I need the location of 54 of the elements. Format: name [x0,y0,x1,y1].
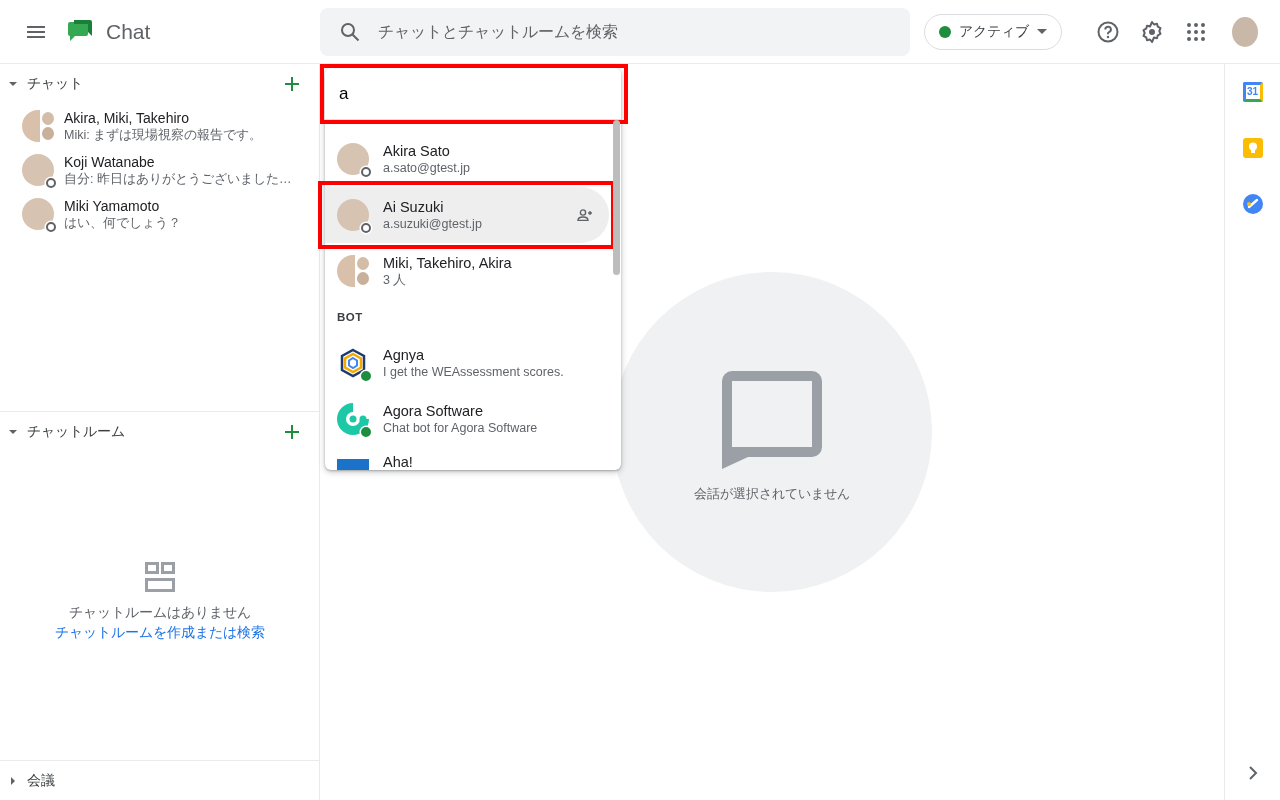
result-name: Miki, Takehiro, Akira [383,253,512,272]
create-room-link[interactable]: チャットルームを作成または検索 [54,622,265,642]
section-toggle[interactable]: チャットルーム [8,421,125,443]
expand-icon[interactable] [1247,766,1258,780]
group-avatar [22,110,54,142]
group-avatar [337,255,369,287]
status-dropdown[interactable]: アクティブ [924,13,1062,50]
search-result[interactable]: Agora Software Chat bot for Agora Software [325,391,609,447]
search-bar[interactable]: チャットとチャットルームを検索 [320,7,910,56]
result-name: Akira Sato [383,141,451,160]
result-name: Aha! [383,453,413,470]
empty-rooms-text: チャットルームはありません [68,603,251,622]
section-toggle[interactable]: チャット [8,73,83,95]
result-name: Ai Suzuki [383,197,445,216]
add-icon[interactable] [285,77,299,91]
square-logo-icon [337,459,369,470]
help-icon[interactable] [1096,19,1120,44]
rooms-icon [144,562,175,592]
search-input-field[interactable]: a [337,82,621,105]
chat-name: Akira, Miki, Takehiro [64,108,190,127]
search-result[interactable]: Akira Sato a.sato@gtest.jp [325,131,609,187]
chat-list-item[interactable]: Miki Yamamoto はい、何でしょう？ [0,192,319,236]
add-icon[interactable] [285,425,299,439]
result-detail: Chat bot for Agora Software [383,419,538,437]
result-detail: I get the WEAssessment scores. [383,363,564,381]
tasks-icon[interactable] [1242,194,1263,214]
result-detail: 3 人 [383,271,408,289]
settings-icon[interactable] [1140,19,1164,44]
chat-name: Miki Yamamoto [64,196,161,215]
result-name: Agora Software [383,401,484,420]
message-preview: 自分: 昨日はありがとうございました… [64,170,292,188]
search-input[interactable]: チャットとチャットルームを検索 [376,21,910,42]
chat-list-item[interactable]: Koji Watanabe 自分: 昨日はありがとうございました… [0,148,319,192]
message-preview: Miki: まずは現場視察の報告です。 [64,126,263,144]
chat-list-item[interactable]: Akira, Miki, Takehiro Miki: まずは現場視察の報告です。 [0,104,319,148]
search-result[interactable]: Aha! [325,447,609,470]
result-detail: a.sato@gtest.jp [383,159,471,177]
caret-icon [1037,29,1047,34]
chat-name: Koji Watanabe [64,152,156,171]
search-result[interactable]: Ai Suzuki a.suzuki@gtest.jp [325,187,609,243]
message-preview: はい、何でしょう？ [64,214,181,232]
message-bubble-icon [722,371,822,471]
add-person-icon[interactable] [577,209,593,221]
scrollbar[interactable] [613,120,620,275]
section-toggle[interactable]: 会議 [8,770,55,792]
ring-logo-icon [337,403,369,435]
search-result[interactable]: Agnya I get the WEAssessment scores. [325,335,609,391]
result-detail: a.suzuki@gtest.jp [383,215,482,233]
app-name: Chat [106,19,151,44]
calendar-icon[interactable]: 31 [1242,82,1263,102]
search-result[interactable]: Miki, Takehiro, Akira 3 人 [325,243,609,299]
section-heading: BOT [336,310,364,325]
empty-state-text: 会話が選択されていません [694,485,850,503]
result-name: Agnya [383,345,426,364]
